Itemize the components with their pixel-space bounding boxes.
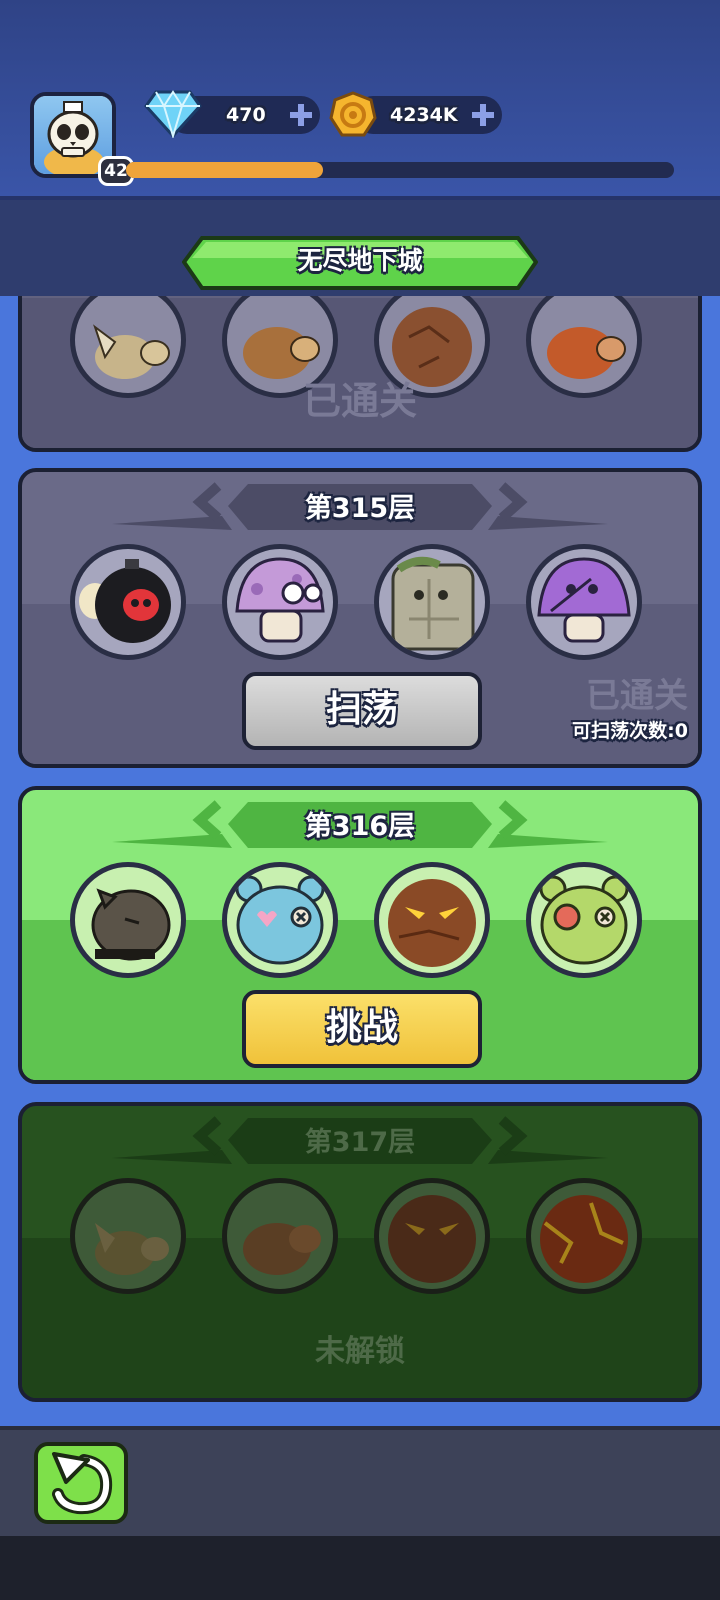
back-button[interactable] [34, 1442, 128, 1524]
lava-golem-icon [526, 1178, 642, 1294]
floor-status-text: 已通关 [586, 676, 688, 716]
floor-title: 第315层 [304, 493, 416, 524]
xp-progress-bar [126, 162, 674, 178]
back-arrow-icon [52, 1452, 113, 1515]
floor-status-text: 未解锁 [315, 1334, 405, 1369]
floor-card-315: 第315层 扫荡 已通关 可扫荡次数:0 [18, 468, 702, 768]
gem-value: 470 [226, 104, 266, 126]
add-gems-icon[interactable] [288, 102, 314, 128]
add-gold-icon[interactable] [470, 102, 496, 128]
floor-title: 第317层 [304, 1127, 416, 1158]
floor-card-cleared: 已通关 [18, 296, 702, 452]
green-bear-icon [526, 862, 642, 978]
sweep-button[interactable]: 扫荡 [242, 672, 482, 750]
skull-bomb-icon [70, 544, 186, 660]
floor-title: 第316层 [304, 811, 416, 842]
gold-value: 4234K [390, 104, 458, 126]
floor-list[interactable]: 已通关 第315层 扫荡 已通关 可扫荡次数:0 第316层 挑战 第317层 … [0, 296, 720, 1426]
xp-progress-fill [126, 162, 324, 178]
blue-bear-icon [222, 862, 338, 978]
purple-mushroom-icon [222, 544, 338, 660]
diamond-icon [144, 90, 202, 138]
challenge-button[interactable]: 挑战 [242, 990, 482, 1068]
floor-card-316: 第316层 挑战 [18, 786, 702, 1084]
rock-golem-icon [374, 1178, 490, 1294]
floor-status-text: 已通关 [302, 379, 417, 423]
sweep-count-text: 可扫荡次数:0 [572, 720, 688, 742]
stitched-mushroom-icon [526, 544, 642, 660]
fire-golem-icon [374, 862, 490, 978]
system-nav-area [0, 1536, 720, 1600]
gold-coin-icon [329, 91, 377, 137]
top-bar: 42 470 4234K [0, 0, 720, 200]
winged-camel-icon [70, 1178, 186, 1294]
page-title: 无尽地下城 [297, 246, 423, 275]
camel-icon [222, 1178, 338, 1294]
stone-golem-icon [374, 544, 490, 660]
floor-card-317: 第317层 未解锁 [18, 1102, 702, 1402]
dark-rat-icon [70, 862, 186, 978]
